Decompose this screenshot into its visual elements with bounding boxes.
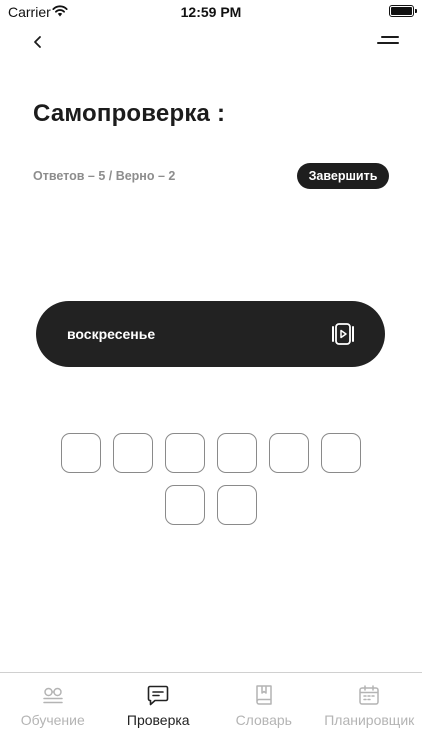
glasses-icon	[43, 687, 63, 704]
letter-slot[interactable]	[61, 433, 101, 473]
word-card: воскресенье	[36, 301, 385, 367]
letter-slot[interactable]	[165, 485, 205, 525]
status-bar: Carrier 12:59 PM	[0, 0, 422, 24]
menu-icon[interactable]	[376, 34, 400, 48]
letter-row	[60, 485, 362, 525]
battery-icon	[389, 5, 417, 17]
letter-row	[60, 433, 362, 473]
tab-label: Обучение	[20, 712, 85, 728]
tab-bar: Обучение Проверка Словарь Планировщик	[0, 672, 422, 750]
letter-slot[interactable]	[269, 433, 309, 473]
letter-grid	[60, 433, 362, 537]
tab-learning[interactable]: Обучение	[0, 673, 106, 750]
letter-slot[interactable]	[113, 433, 153, 473]
letter-slot[interactable]	[217, 433, 257, 473]
book-icon	[256, 685, 272, 705]
word-text: воскресенье	[67, 326, 156, 342]
tab-label: Словарь	[235, 712, 292, 728]
status-time: 12:59 PM	[180, 4, 242, 20]
letter-slot[interactable]	[165, 433, 205, 473]
play-video-icon[interactable]	[331, 323, 355, 345]
tab-check[interactable]: Проверка	[106, 673, 212, 750]
page-title: Самопроверка :	[33, 100, 226, 127]
tab-label: Проверка	[126, 712, 190, 728]
tab-planner[interactable]: Планировщик	[317, 673, 422, 750]
finish-button[interactable]: Завершить	[297, 163, 389, 189]
answer-stats: Ответов – 5 / Верно – 2	[33, 169, 176, 183]
chat-icon	[147, 685, 169, 706]
letter-slot[interactable]	[217, 485, 257, 525]
calendar-icon	[359, 685, 379, 705]
back-chevron-icon[interactable]	[26, 30, 50, 54]
letter-slot[interactable]	[321, 433, 361, 473]
tab-dictionary[interactable]: Словарь	[211, 673, 317, 750]
tab-label: Планировщик	[324, 712, 415, 728]
